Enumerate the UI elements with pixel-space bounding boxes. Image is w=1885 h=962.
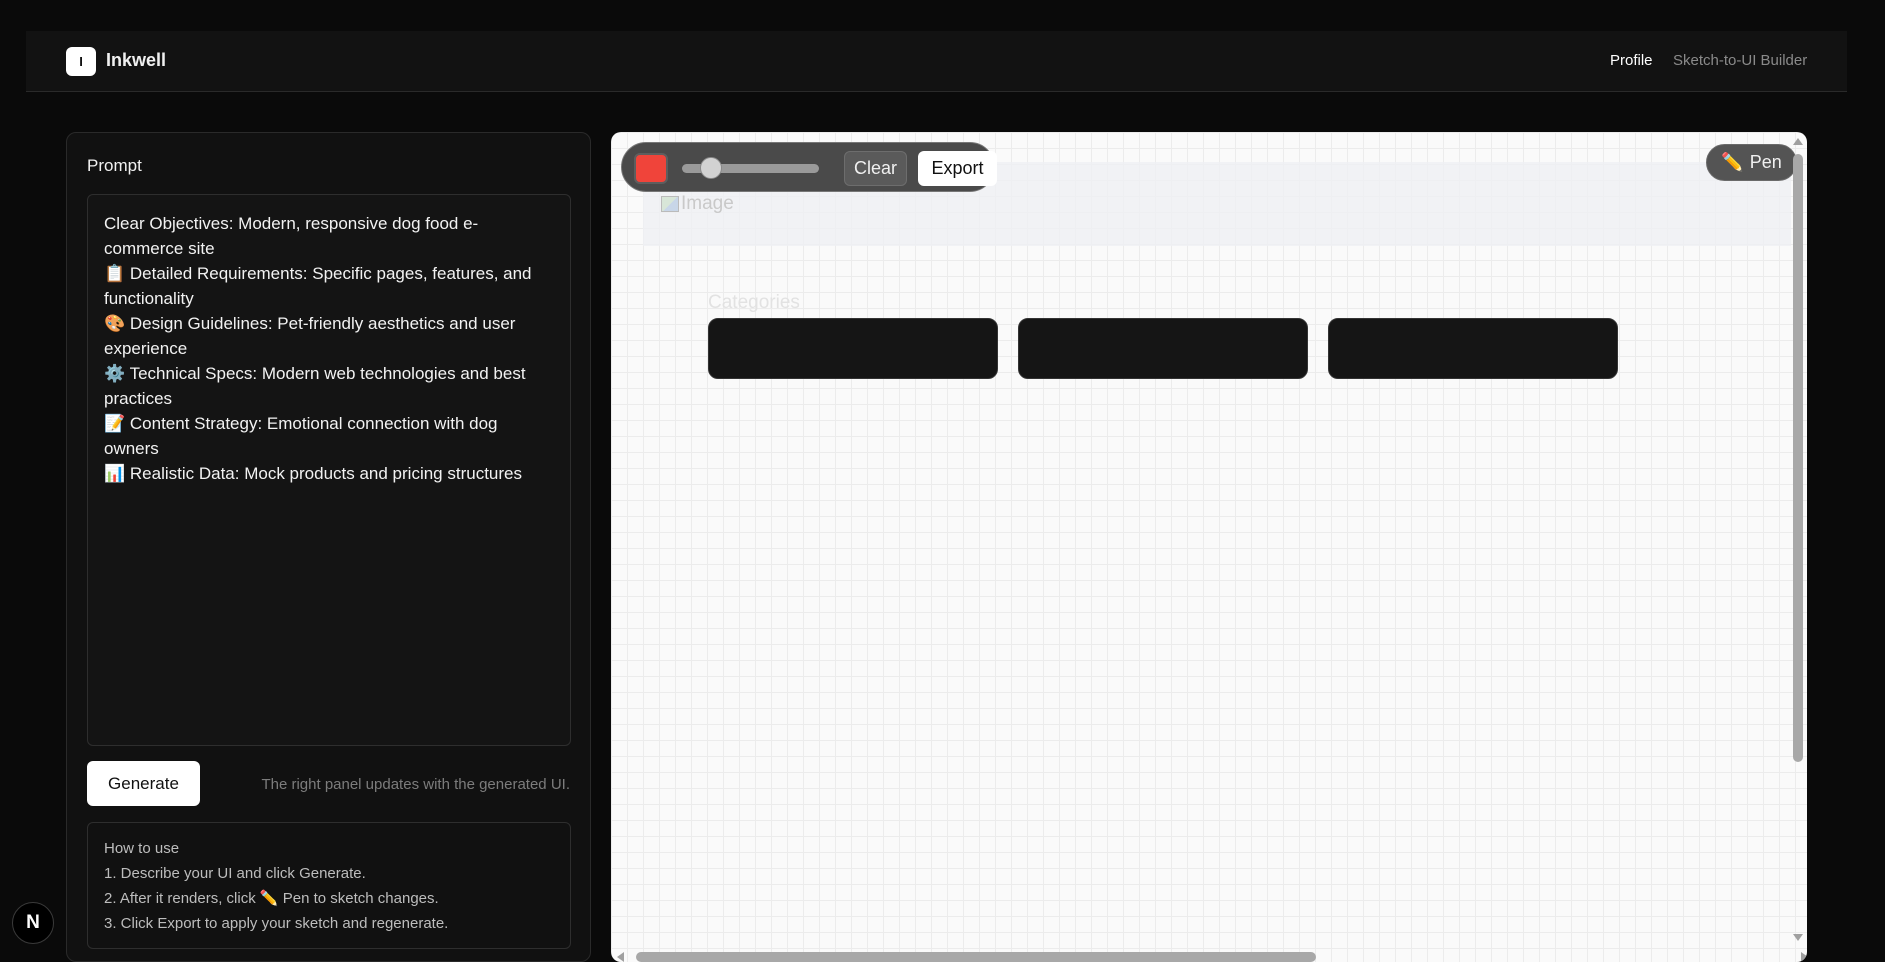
prompt-line: Clear Objectives: Modern, responsive dog… bbox=[104, 214, 479, 258]
broken-image-icon bbox=[661, 196, 679, 212]
generate-button[interactable]: Generate bbox=[87, 761, 200, 806]
category-card[interactable] bbox=[708, 318, 998, 379]
pen-toggle-button[interactable]: ✏️ Pen bbox=[1706, 144, 1797, 181]
drawing-toolbar: Clear Export bbox=[621, 142, 997, 192]
nav-link-builder[interactable]: Sketch-to-UI Builder bbox=[1673, 52, 1807, 69]
broken-image: Image bbox=[661, 193, 734, 215]
category-card[interactable] bbox=[1328, 318, 1618, 379]
clear-button[interactable]: Clear bbox=[844, 151, 907, 186]
prompt-line: ⚙️ Technical Specs: Modern web technolog… bbox=[104, 364, 526, 408]
brush-size-thumb[interactable] bbox=[700, 157, 723, 179]
horizontal-scroll-thumb[interactable] bbox=[636, 952, 1316, 962]
howto-title: How to use bbox=[104, 840, 180, 857]
top-navbar: I Inkwell Profile Sketch-to-UI Builder bbox=[26, 31, 1847, 92]
nav-link-profile[interactable]: Profile bbox=[1610, 52, 1653, 69]
categories-heading: Categories bbox=[708, 292, 800, 313]
prompt-panel: Prompt Clear Objectives: Modern, respons… bbox=[66, 132, 591, 962]
prompt-line: 📝 Content Strategy: Emotional connection… bbox=[104, 414, 498, 458]
prompt-textarea[interactable]: Clear Objectives: Modern, responsive dog… bbox=[87, 194, 571, 746]
howto-step: 3. Click Export to apply your sketch and… bbox=[104, 915, 449, 932]
export-button[interactable]: Export bbox=[918, 151, 997, 186]
scroll-left-icon[interactable] bbox=[617, 952, 624, 962]
prompt-line: 📋 Detailed Requirements: Specific pages,… bbox=[104, 264, 532, 308]
scroll-up-icon[interactable] bbox=[1793, 138, 1803, 145]
scroll-right-icon[interactable] bbox=[1801, 952, 1807, 962]
howto-step: 2. After it renders, click ✏️ Pen to ske… bbox=[104, 890, 439, 907]
sketch-canvas[interactable]: Image Categories Clear Export ✏️ Pen bbox=[611, 132, 1807, 962]
howto-step: 1. Describe your UI and click Generate. bbox=[104, 865, 366, 882]
prompt-line: 📊 Realistic Data: Mock products and pric… bbox=[104, 464, 522, 483]
image-alt-text: Image bbox=[681, 193, 734, 214]
color-picker[interactable] bbox=[634, 153, 668, 184]
vertical-scroll-thumb[interactable] bbox=[1793, 154, 1803, 762]
generate-hint: The right panel updates with the generat… bbox=[261, 776, 570, 793]
category-card[interactable] bbox=[1018, 318, 1308, 379]
brand-name: Inkwell bbox=[106, 50, 167, 70]
logo-icon: I bbox=[66, 47, 96, 76]
pen-label: Pen bbox=[1749, 152, 1782, 172]
next-badge-icon[interactable]: N bbox=[12, 902, 54, 944]
prompt-line: 🎨 Design Guidelines: Pet-friendly aesthe… bbox=[104, 314, 516, 358]
panel-title: Prompt bbox=[87, 156, 142, 175]
pencil-icon: ✏️ bbox=[1721, 152, 1744, 172]
scroll-down-icon[interactable] bbox=[1793, 934, 1803, 941]
app-window: I Inkwell Profile Sketch-to-UI Builder P… bbox=[26, 31, 1847, 962]
howto-box: How to use 1. Describe your UI and click… bbox=[87, 822, 571, 949]
